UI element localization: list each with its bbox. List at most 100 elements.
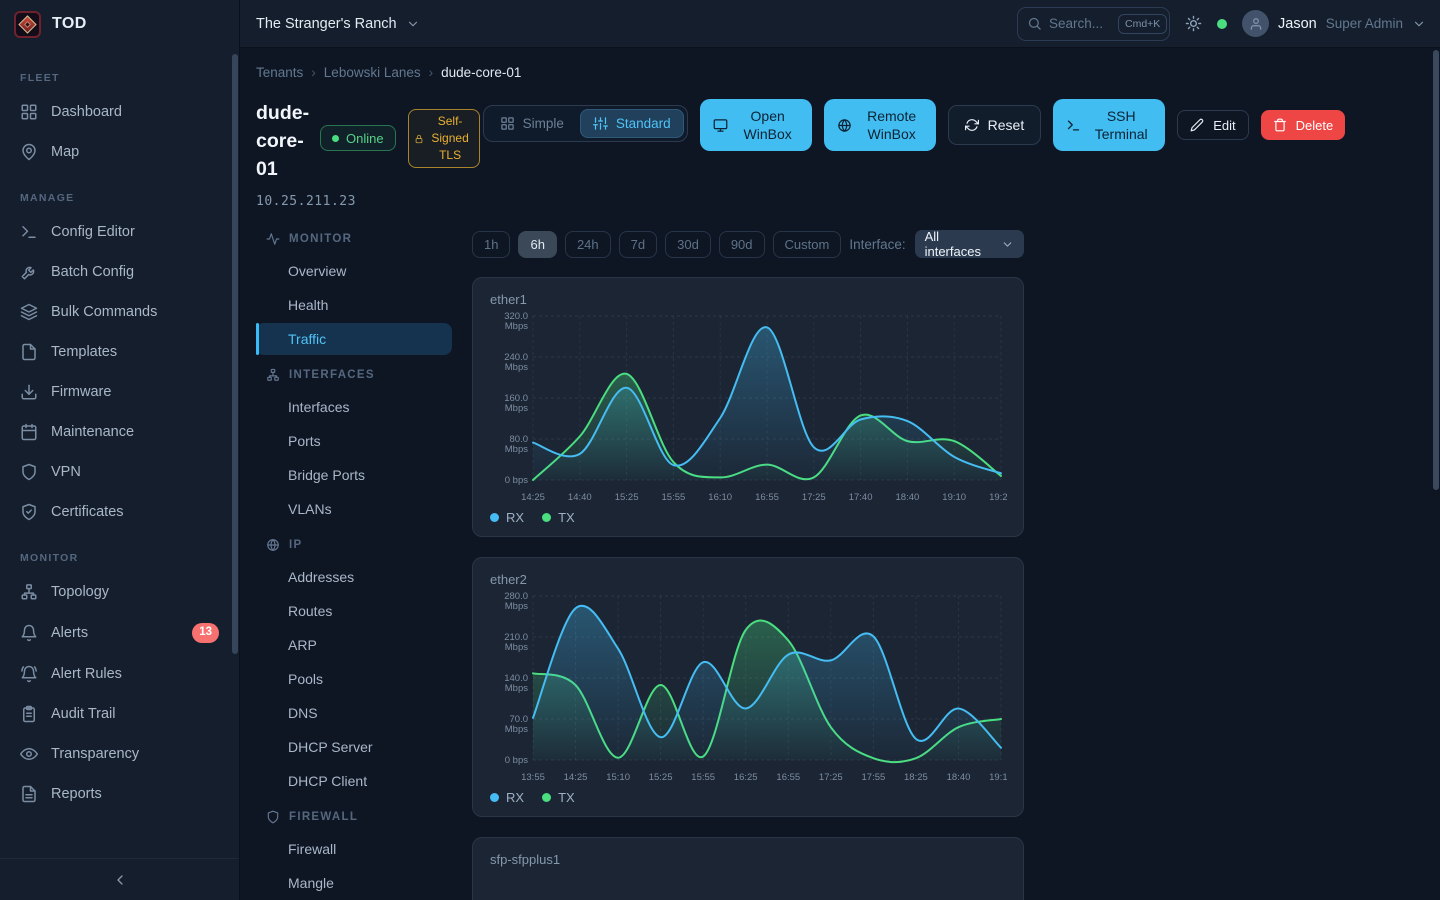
search-input[interactable] — [1049, 16, 1111, 31]
app-logo-icon — [14, 11, 41, 38]
svg-text:0 bps: 0 bps — [505, 475, 528, 486]
svg-text:15:25: 15:25 — [615, 492, 639, 503]
subnav-item-dhcp-client[interactable]: DHCP Client — [256, 765, 452, 797]
sidebar-item-batch-config[interactable]: Batch Config — [12, 252, 227, 292]
subnav-item-routes[interactable]: Routes — [256, 595, 452, 627]
remote-winbox-button[interactable]: Remote WinBox — [824, 99, 936, 151]
subnav-item-firewall[interactable]: Firewall — [256, 833, 452, 865]
subnav-item-arp[interactable]: ARP — [256, 629, 452, 661]
sidebar-item-bulk-commands[interactable]: Bulk Commands — [12, 292, 227, 332]
sidebar-item-label: Dashboard — [51, 104, 122, 120]
subnav-section-ip: IP — [256, 529, 452, 559]
sidebar-item-reports[interactable]: Reports — [12, 774, 227, 814]
svg-text:16:25: 16:25 — [734, 772, 758, 783]
sidebar-item-transparency[interactable]: Transparency — [12, 734, 227, 774]
pencil-icon — [1190, 118, 1204, 132]
time-range-6h[interactable]: 6h — [518, 231, 556, 258]
app-name: TOD — [52, 15, 87, 33]
open-winbox-button[interactable]: Open WinBox — [700, 99, 812, 151]
device-action-buttons: Open WinBoxRemote WinBox Reset SSH Termina… — [700, 99, 1346, 151]
page-scrollbar[interactable] — [1433, 50, 1439, 490]
sidebar-item-label: Bulk Commands — [51, 304, 157, 320]
subnav-item-dns[interactable]: DNS — [256, 697, 452, 729]
time-range-1h[interactable]: 1h — [472, 231, 510, 258]
user-menu[interactable]: Jason Super Admin — [1242, 10, 1426, 37]
svg-text:15:55: 15:55 — [662, 492, 686, 503]
time-range-7d[interactable]: 7d — [619, 231, 657, 258]
reset-button[interactable]: Reset — [948, 105, 1042, 145]
section-label-manage: MANAGE — [20, 192, 219, 204]
legend-item-tx: TX — [542, 790, 575, 805]
sidebar-item-topology[interactable]: Topology — [12, 572, 227, 612]
connection-status-dot — [1217, 19, 1227, 29]
svg-text:13:55: 13:55 — [521, 772, 545, 783]
breadcrumb-tenants[interactable]: Tenants — [256, 65, 303, 80]
breadcrumb-tenant-name[interactable]: Lebowski Lanes — [324, 65, 421, 80]
device-subnav: MONITOROverviewHealthTrafficINTERFACESIn… — [256, 223, 452, 900]
tx-dot-icon — [542, 513, 551, 522]
sidebar-item-alert-rules[interactable]: Alert Rules — [12, 654, 227, 694]
logo-row: TOD — [0, 0, 239, 48]
grid-icon — [20, 103, 38, 121]
svg-text:18:40: 18:40 — [896, 492, 920, 503]
clipboard-icon — [20, 705, 38, 723]
view-mode-standard[interactable]: Standard — [580, 109, 684, 138]
legend-item-rx: RX — [490, 510, 524, 525]
sidebar-collapse-button[interactable] — [0, 858, 239, 900]
subnav-item-dhcp-server[interactable]: DHCP Server — [256, 731, 452, 763]
subnav-item-bridge-ports[interactable]: Bridge Ports — [256, 459, 452, 491]
sidebar-item-certificates[interactable]: Certificates — [12, 492, 227, 532]
sidebar-item-audit-trail[interactable]: Audit Trail — [12, 694, 227, 734]
svg-text:14:25: 14:25 — [521, 492, 545, 503]
view-mode-toggle: Simple Standard — [483, 105, 688, 142]
time-range-90d[interactable]: 90d — [719, 231, 765, 258]
time-range-30d[interactable]: 30d — [665, 231, 711, 258]
activity-icon — [266, 232, 280, 246]
tenant-selector[interactable]: The Stranger's Ranch — [256, 16, 420, 32]
ssh-terminal-button[interactable]: SSH Terminal — [1053, 99, 1165, 151]
breadcrumb-device: dude-core-01 — [441, 65, 521, 80]
section-label-fleet: FLEET — [20, 72, 219, 84]
subnav-item-ports[interactable]: Ports — [256, 425, 452, 457]
subnav-item-pools[interactable]: Pools — [256, 663, 452, 695]
sidebar-scrollbar[interactable] — [232, 54, 238, 654]
button-label: Reset — [988, 117, 1025, 133]
sidebar-item-dashboard[interactable]: Dashboard — [12, 92, 227, 132]
sidebar-item-alerts[interactable]: Alerts13 — [12, 612, 227, 654]
view-mode-simple[interactable]: Simple — [487, 109, 577, 138]
globe-icon — [266, 538, 280, 552]
delete-button[interactable]: Delete — [1261, 110, 1346, 140]
time-range-custom[interactable]: Custom — [773, 231, 842, 258]
subnav-item-overview[interactable]: Overview — [256, 255, 452, 287]
theme-toggle-sun-icon[interactable] — [1185, 15, 1202, 32]
subnav-item-addresses[interactable]: Addresses — [256, 561, 452, 593]
sidebar-item-vpn[interactable]: VPN — [12, 452, 227, 492]
view-mode-label: Standard — [616, 116, 671, 131]
subnav-item-vlans[interactable]: VLANs — [256, 493, 452, 525]
subnav-item-traffic[interactable]: Traffic — [256, 323, 452, 355]
avatar — [1242, 10, 1269, 37]
bell-ring-icon — [20, 665, 38, 683]
svg-text:Mbps: Mbps — [505, 601, 528, 612]
sidebar-item-firmware[interactable]: Firmware — [12, 372, 227, 412]
sidebar-item-maintenance[interactable]: Maintenance — [12, 412, 227, 452]
eye-icon — [20, 745, 38, 763]
chart-legend: RXTX — [487, 787, 1009, 808]
subnav-item-health[interactable]: Health — [256, 289, 452, 321]
edit-button[interactable]: Edit — [1177, 110, 1248, 140]
wrench-icon — [20, 263, 38, 281]
interface-select[interactable]: All interfaces — [915, 230, 1024, 258]
search-box[interactable]: Cmd+K — [1017, 7, 1170, 41]
terminal-icon — [1066, 118, 1081, 133]
sidebar-item-label: Config Editor — [51, 224, 135, 240]
rx-dot-icon — [490, 793, 499, 802]
subnav-item-interfaces[interactable]: Interfaces — [256, 391, 452, 423]
shield-check-icon — [20, 503, 38, 521]
sidebar-item-config-editor[interactable]: Config Editor — [12, 212, 227, 252]
sidebar-item-map[interactable]: Map — [12, 132, 227, 172]
time-range-24h[interactable]: 24h — [565, 231, 611, 258]
subnav-item-mangle[interactable]: Mangle — [256, 867, 452, 899]
sidebar-item-templates[interactable]: Templates — [12, 332, 227, 372]
file-icon — [20, 343, 38, 361]
svg-text:19:10: 19:10 — [989, 772, 1007, 783]
